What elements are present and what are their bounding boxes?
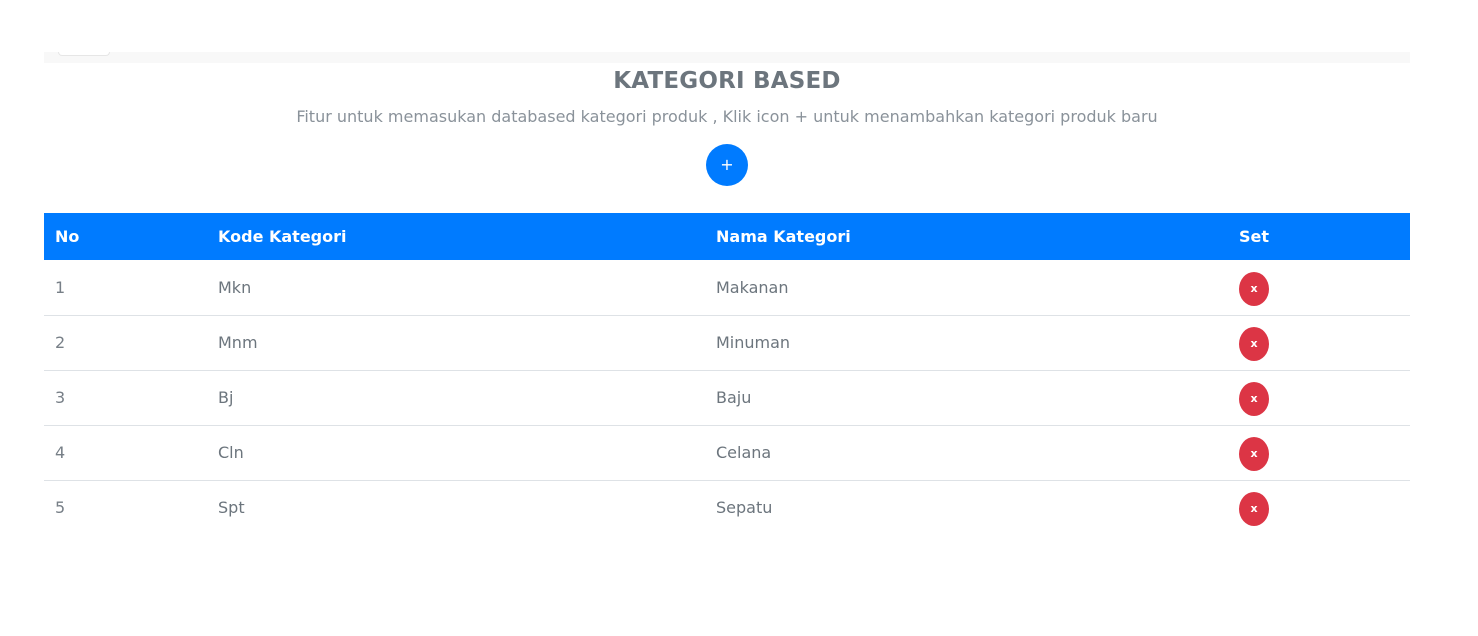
category-name: Celana xyxy=(716,443,772,462)
row-number: 1 xyxy=(55,277,66,297)
page-subtitle: Fitur untuk memasukan databased kategori… xyxy=(296,107,1158,126)
page-title: KATEGORI BASED xyxy=(613,68,841,94)
table-row: 1 Mkn Makanan x xyxy=(44,260,1410,315)
delete-button[interactable]: x xyxy=(1239,327,1269,361)
table-row: 4 Cln Celana x xyxy=(44,425,1410,480)
top-bar-tab[interactable] xyxy=(58,52,110,56)
set-cell: x xyxy=(1228,425,1410,480)
row-number: 3 xyxy=(55,388,66,407)
set-cell: x xyxy=(1228,370,1410,425)
table-header-row: No Kode Kategori Nama Kategori Set xyxy=(44,213,1410,260)
category-code: Cln xyxy=(218,443,244,462)
delete-button[interactable]: x xyxy=(1239,382,1269,416)
column-header-nama-kategori: Nama Kategori xyxy=(716,227,851,246)
table-body: 1 Mkn Makanan x 2 Mnm Minuman x 3 Bj Baj… xyxy=(44,260,1410,535)
delete-button[interactable]: x xyxy=(1239,492,1269,527)
table-row: 5 Spt Sepatu x xyxy=(44,480,1410,535)
column-header-set: Set xyxy=(1239,227,1270,246)
set-cell: x xyxy=(1228,480,1410,535)
category-code: Mkn xyxy=(218,277,252,297)
set-cell: x xyxy=(1228,315,1410,370)
add-category-button[interactable]: + xyxy=(706,144,748,186)
top-bar xyxy=(44,52,1410,63)
table-row: 3 Bj Baju x xyxy=(44,370,1410,425)
category-name: Minuman xyxy=(716,333,791,352)
table-header: No Kode Kategori Nama Kategori Set xyxy=(44,213,1410,260)
category-name: Sepatu xyxy=(716,498,773,518)
category-code: Mnm xyxy=(218,333,258,352)
page: KATEGORI BASED Fitur untuk memasukan dat… xyxy=(0,0,1478,636)
set-cell: x xyxy=(1228,260,1410,315)
table-row: 2 Mnm Minuman x xyxy=(44,315,1410,370)
category-table: No Kode Kategori Nama Kategori Set 1 Mkn… xyxy=(44,213,1410,535)
column-header-kode-kategori: Kode Kategori xyxy=(218,227,347,246)
row-number: 2 xyxy=(55,333,66,352)
row-number: 4 xyxy=(55,443,66,462)
category-code: Bj xyxy=(218,388,234,407)
delete-button[interactable]: x xyxy=(1239,437,1269,471)
row-number: 5 xyxy=(55,498,66,518)
column-header-no: No xyxy=(55,227,80,246)
category-name: Baju xyxy=(716,388,752,407)
page-header: KATEGORI BASED Fitur untuk memasukan dat… xyxy=(44,63,1410,186)
delete-button[interactable]: x xyxy=(1239,271,1269,306)
category-code: Spt xyxy=(218,498,245,518)
category-name: Makanan xyxy=(716,277,789,297)
